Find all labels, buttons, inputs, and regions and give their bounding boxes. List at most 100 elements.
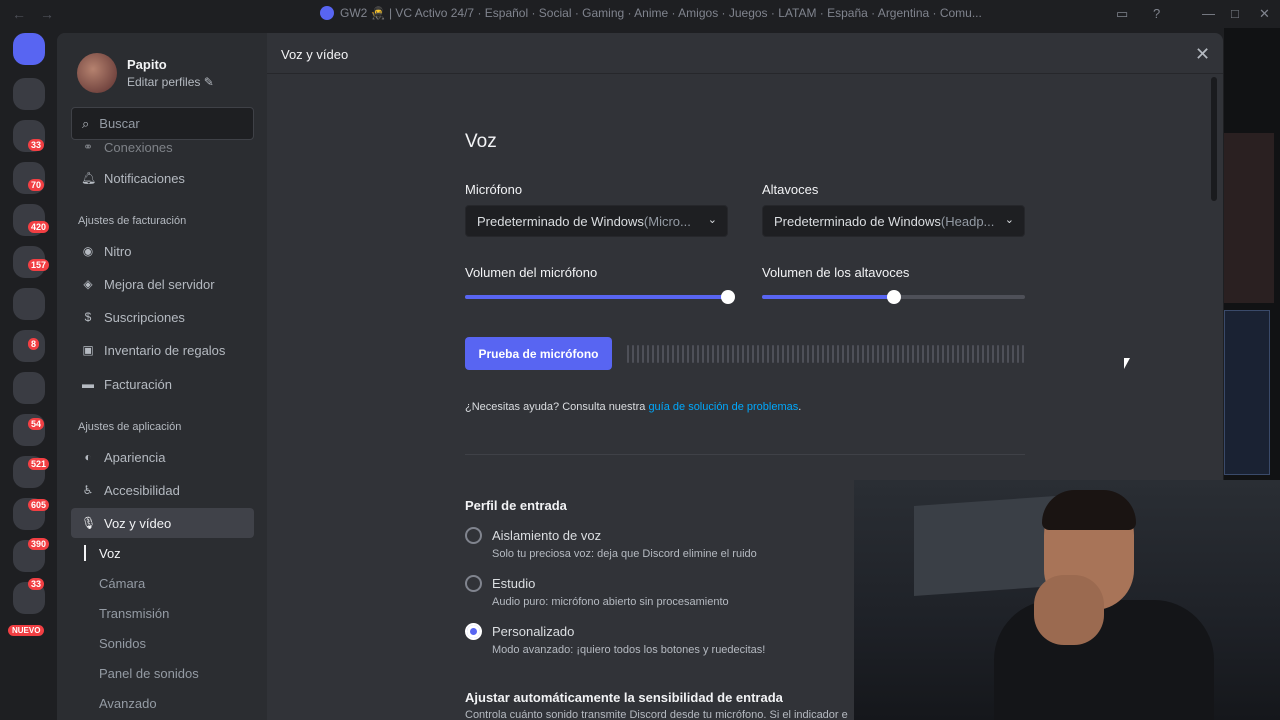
meter-tick [822,345,824,363]
new-badge: NUEVO [8,625,45,636]
palette-icon: ◐ [84,450,92,464]
mouse-cursor [1124,358,1130,369]
meter-tick [1007,345,1009,363]
settings-search[interactable]: ⌕ Buscar [71,107,254,140]
mic-level-meter [627,345,1027,363]
mention-badge: 33 [28,578,45,590]
meter-tick [647,345,649,363]
sidebar-item-gift-inventory[interactable]: ▣ Inventario de regalos [71,335,254,365]
subitem-camera[interactable]: Cámara [99,576,145,591]
subitem-soundboard[interactable]: Panel de sonidos [99,666,199,681]
meter-tick [1012,345,1014,363]
sidebar-item-connections[interactable]: ⚭ Conexiones [71,140,254,154]
sidebar-item-label: Voz y vídeo [104,515,172,531]
microphone-select[interactable]: Predeterminado de Windows (Micro... ⌄ [465,205,728,237]
meter-tick [897,345,899,363]
settings-sidebar: Papito Editar perfiles ✎ ⌕ Buscar ⚭ Conex… [57,33,267,720]
sidebar-item-label: Facturación [104,376,172,392]
mic-test-button[interactable]: Prueba de micrófono [465,337,612,370]
sidebar-item-nitro[interactable]: ◉ Nitro [71,236,254,266]
meter-tick [962,345,964,363]
server-icon[interactable] [13,78,45,110]
avatar[interactable] [77,53,117,93]
mic-volume-slider[interactable] [465,290,735,304]
user-profile[interactable]: Papito Editar perfiles ✎ [77,53,214,93]
sidebar-item-appearance[interactable]: ◐ Apariencia [71,442,254,472]
meter-tick [782,345,784,363]
streamer-hand [1034,575,1104,645]
meter-tick [917,345,919,363]
mention-badge: 420 [28,221,50,233]
meter-tick [992,345,994,363]
subitem-advanced[interactable]: Avanzado [99,696,157,711]
webcam-overlay [854,480,1280,720]
sidebar-item-notifications[interactable]: 🔔︎ Notificaciones [71,163,254,193]
window-close-icon[interactable]: ✕ [1259,6,1270,22]
slider-handle[interactable] [721,290,735,304]
speaker-volume-slider[interactable] [762,290,1025,304]
section-divider [465,454,1025,455]
radio-studio[interactable] [465,575,482,592]
sidebar-item-accessibility[interactable]: ♿︎ Accesibilidad [71,475,254,505]
mention-badge: 33 [28,139,45,151]
pencil-icon: ✎ [203,75,214,89]
inbox-icon[interactable]: ▭ [1116,6,1128,22]
streamer-figure [994,490,1214,720]
scrollbar-thumb[interactable] [1211,77,1217,201]
minimize-icon[interactable]: — [1202,6,1215,21]
meter-tick [907,345,909,363]
meter-tick [862,345,864,363]
slider-handle[interactable] [886,290,901,304]
header-divider [267,73,1223,74]
back-arrow-icon[interactable]: ← [12,6,26,22]
speakers-select[interactable]: Predeterminado de Windows (Headp... ⌄ [762,205,1025,237]
mention-badge: 157 [28,259,50,271]
sidebar-item-label: Notificaciones [104,170,185,186]
sidebar-item-subscriptions[interactable]: $ Suscripciones [71,302,254,332]
radio-description: Modo avanzado: ¡quiero todos los botones… [492,644,766,656]
meter-tick [1022,345,1024,363]
server-icon[interactable] [13,288,45,320]
meter-tick [982,345,984,363]
selected-subitem-indicator [84,545,86,561]
radio-custom[interactable] [465,623,482,640]
close-icon[interactable]: ✕ [1195,44,1210,65]
edit-profiles-label: Editar perfiles [127,75,201,89]
server-icon[interactable] [13,372,45,404]
forward-arrow-icon[interactable]: → [40,6,54,22]
subitem-voice[interactable]: Voz [99,546,121,561]
meter-tick [872,345,874,363]
meter-tick [777,345,779,363]
subitem-stream[interactable]: Transmisión [99,606,169,621]
meter-tick [817,345,819,363]
help-icon[interactable]: ? [1153,6,1160,21]
sidebar-item-billing[interactable]: ▬ Facturación [71,369,254,399]
meter-tick [942,345,944,363]
search-placeholder: Buscar [99,116,140,131]
dollar-icon: $ [84,310,92,324]
subitem-sounds[interactable]: Sonidos [99,636,146,651]
edit-profiles-link[interactable]: Editar perfiles ✎ [127,75,214,89]
sidebar-item-voice-video[interactable]: 🎙︎ Voz y vídeo [71,508,254,538]
speakers-device-detail: (Headp... [940,213,995,229]
meter-tick [852,345,854,363]
help-text-suffix: . [798,401,802,413]
meter-tick [807,345,809,363]
meter-tick [662,345,664,363]
streamer-hair [1042,490,1136,530]
meter-tick [732,345,734,363]
microphone-device: Predeterminado de Windows [477,213,644,229]
username: Papito [127,57,167,72]
meter-tick [857,345,859,363]
meter-tick [927,345,929,363]
meter-tick [1017,345,1019,363]
speakers-device: Predeterminado de Windows [774,213,941,229]
meter-tick [847,345,849,363]
maximize-icon[interactable]: □ [1231,6,1239,21]
discord-home-icon[interactable] [13,33,45,65]
troubleshooting-link[interactable]: guía de solución de problemas [648,401,798,413]
sidebar-item-server-boost[interactable]: ◈ Mejora del servidor [71,269,254,299]
meter-tick [972,345,974,363]
radio-voice-isolation[interactable] [465,527,482,544]
meter-tick [827,345,829,363]
